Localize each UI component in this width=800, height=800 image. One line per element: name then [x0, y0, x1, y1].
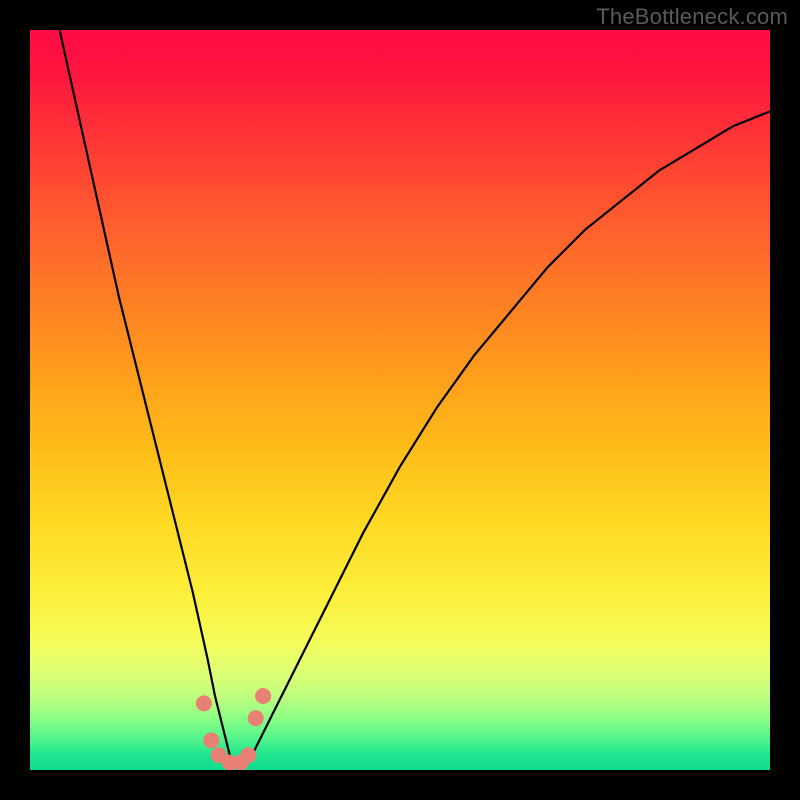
data-point-marker: [240, 747, 256, 763]
plot-area: [30, 30, 770, 770]
chart-frame: TheBottleneck.com: [0, 0, 800, 800]
data-point-marker: [248, 710, 264, 726]
data-point-markers: [196, 688, 271, 770]
data-point-marker: [255, 688, 271, 704]
watermark-text: TheBottleneck.com: [596, 4, 788, 30]
curve-svg: [30, 30, 770, 770]
data-point-marker: [203, 732, 219, 748]
data-point-marker: [196, 695, 212, 711]
bottleneck-curve: [60, 30, 770, 763]
